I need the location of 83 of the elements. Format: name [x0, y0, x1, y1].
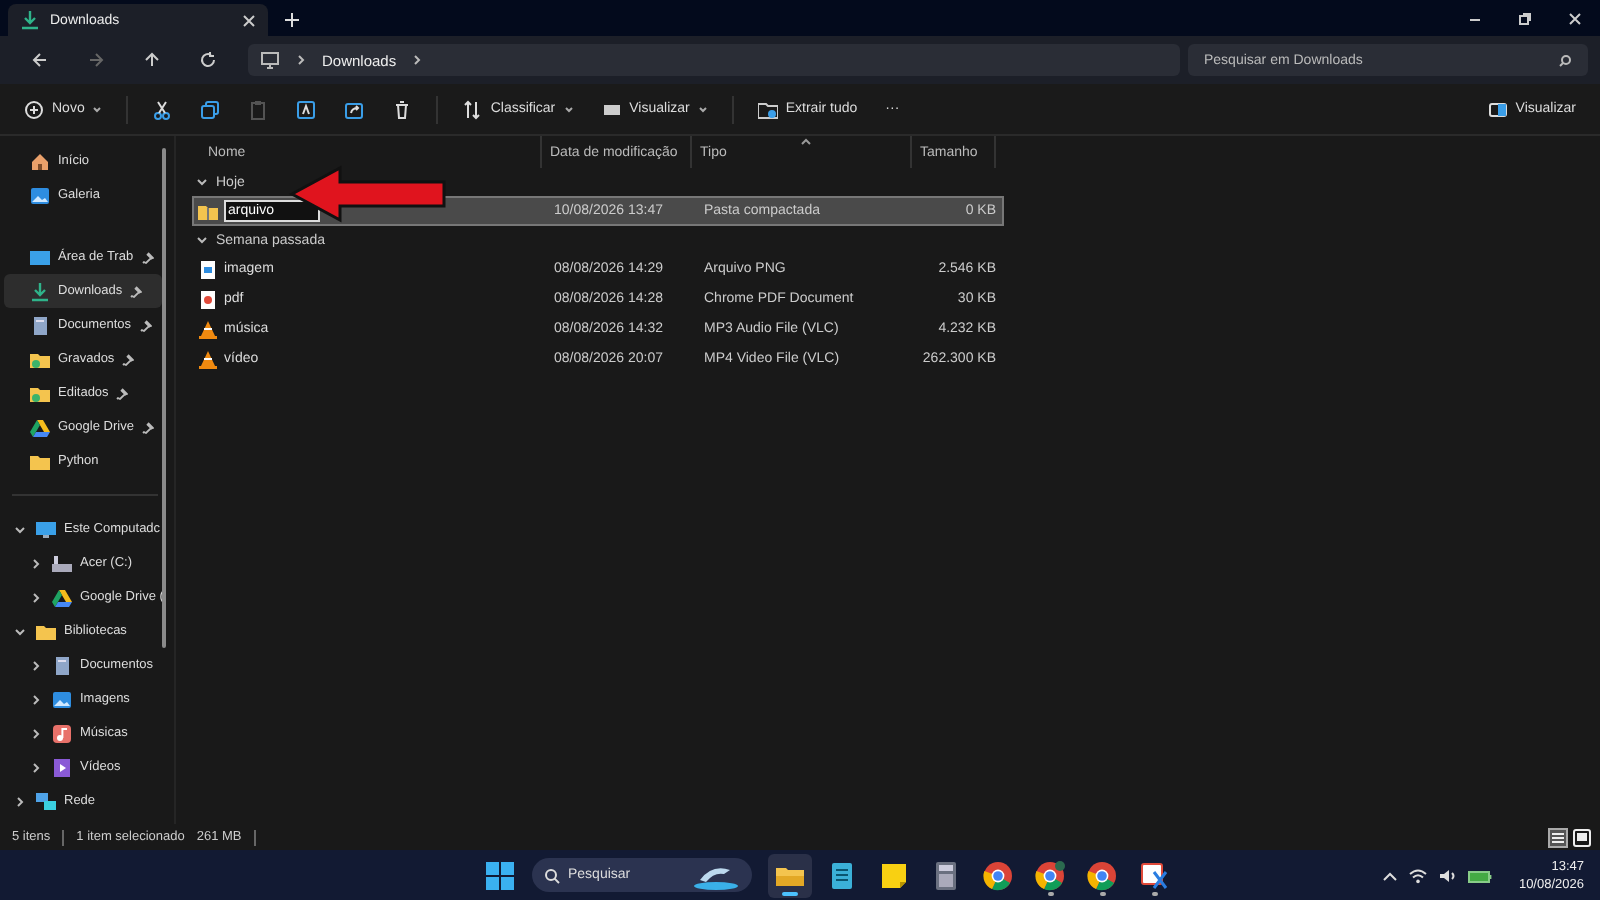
folder-icon: [30, 349, 50, 369]
back-arrow-icon[interactable]: [30, 50, 50, 70]
sticky-note-icon: [878, 859, 910, 891]
hard-drive-icon: [52, 553, 72, 573]
plus-icon[interactable]: [284, 12, 300, 28]
wifi-icon[interactable]: [1408, 867, 1429, 883]
search-icon: [544, 867, 560, 883]
folder-icon: [30, 451, 50, 471]
music-icon: [52, 723, 72, 743]
chevron-icon[interactable]: [296, 54, 306, 66]
chevron-icon: [30, 727, 42, 739]
view-icon: [601, 99, 622, 119]
up-arrow-icon[interactable]: [142, 50, 162, 70]
plus-circle-icon: [24, 99, 44, 119]
traffic-cone-icon: [198, 319, 218, 339]
rename-icon[interactable]: [296, 99, 317, 119]
picture-icon: [52, 689, 72, 709]
home-icon: [30, 151, 50, 171]
caret-icon: [563, 105, 574, 113]
drive-triangle-icon: [52, 587, 72, 607]
caret-icon: [92, 105, 103, 113]
chevron-icon: [30, 591, 42, 603]
folder-icon: [36, 621, 56, 641]
volume-icon[interactable]: [1438, 867, 1459, 883]
close-icon[interactable]: [242, 13, 256, 27]
pin-icon: [139, 319, 151, 331]
sort-icon: [462, 99, 483, 119]
pdf-file-icon: [198, 289, 218, 309]
copy-icon[interactable]: [200, 99, 221, 119]
share-icon[interactable]: [344, 99, 365, 119]
pin-icon: [141, 421, 154, 433]
refresh-icon[interactable]: [198, 50, 218, 70]
pin-icon: [116, 387, 129, 399]
folder-icon: [30, 383, 50, 403]
pin-icon: [130, 285, 143, 297]
caret-icon: [697, 105, 708, 113]
scissors-icon[interactable]: [152, 99, 173, 119]
chrome-icon: [1034, 859, 1066, 891]
image-file-icon: [198, 259, 218, 279]
chevron-icon: [196, 234, 208, 246]
chevron-icon: [30, 659, 42, 671]
chevron-icon: [14, 523, 26, 535]
tiles-view-icon[interactable]: [1572, 827, 1592, 847]
chrome-icon: [982, 859, 1014, 891]
start-icon[interactable]: [484, 859, 516, 891]
details-view-icon[interactable]: [1548, 827, 1568, 847]
download-icon: [20, 10, 40, 30]
monitor-icon: [30, 247, 50, 267]
chevron-icon: [14, 625, 26, 637]
video-icon: [52, 757, 72, 777]
traffic-cone-icon: [198, 349, 218, 369]
document-icon: [52, 655, 72, 675]
chevron-icon: [196, 176, 208, 188]
zipped-folder-icon: [198, 201, 218, 221]
chevron-icon: [14, 795, 26, 807]
chevron-icon[interactable]: [412, 54, 423, 66]
picture-icon: [30, 185, 50, 205]
extract-folder-icon: [757, 99, 778, 119]
trash-icon[interactable]: [392, 99, 413, 119]
restore-icon[interactable]: [1518, 11, 1532, 25]
battery-icon[interactable]: [1468, 867, 1493, 883]
monitor-icon: [36, 519, 56, 539]
chevron-up-icon[interactable]: [1382, 869, 1399, 881]
snipping-tool-icon: [1138, 859, 1170, 891]
drive-triangle-icon: [30, 417, 50, 437]
document-icon: [30, 315, 50, 335]
forward-arrow-icon[interactable]: [86, 50, 106, 70]
chrome-icon: [1086, 859, 1118, 891]
calculator-icon: [930, 859, 962, 891]
pin-icon: [141, 251, 154, 263]
search-icon: [1558, 53, 1572, 67]
monitor-icon[interactable]: [260, 50, 280, 70]
chevron-icon: [30, 693, 42, 705]
download-icon: [30, 281, 50, 301]
chevron-icon: [30, 557, 42, 569]
notepad-icon: [826, 859, 858, 891]
preview-pane-icon: [1487, 99, 1508, 119]
network-icon: [36, 791, 56, 811]
pin-icon: [122, 353, 135, 365]
chevron-icon: [30, 761, 42, 773]
sort-caret-icon: [800, 138, 812, 146]
close-icon[interactable]: [1568, 11, 1582, 25]
taskbar-app[interactable]: [768, 853, 812, 897]
